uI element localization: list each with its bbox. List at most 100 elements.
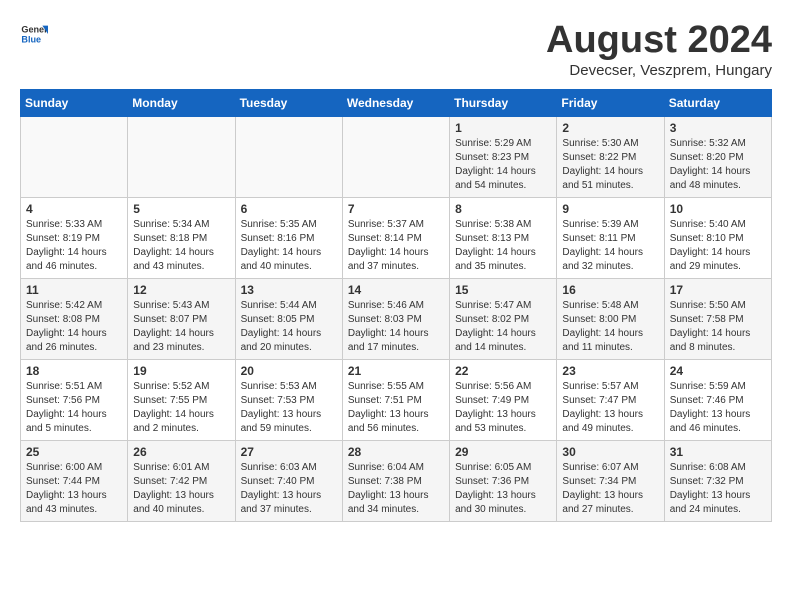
calendar-cell: 17Sunrise: 5:50 AM Sunset: 7:58 PM Dayli… xyxy=(664,278,771,359)
day-info: Sunrise: 5:47 AM Sunset: 8:02 PM Dayligh… xyxy=(455,299,551,355)
day-info: Sunrise: 5:34 AM Sunset: 8:18 PM Dayligh… xyxy=(133,218,229,274)
calendar-cell: 19 Sunrise: 5:52 AM Sunset: 7:55 PM Dayli… xyxy=(128,359,235,440)
calendar-cell: 18 Sunrise: 5:51 AM Sunset: 7:56 PM Dayli… xyxy=(21,359,128,440)
calendar-cell: 26 Sunrise: 6:01 AM Sunset: 7:42 PM Dayli… xyxy=(128,440,235,521)
calendar-cell: 27 Sunrise: 6:03 AM Sunset: 7:40 PM Dayli… xyxy=(235,440,342,521)
day-number: 28 xyxy=(348,445,444,459)
day-number: 22 xyxy=(455,364,551,378)
day-info: Sunrise: 5:30 AM Sunset: 8:22 PM Dayligh… xyxy=(562,137,658,193)
day-info: Sunrise: 5:51 AM Sunset: 7:56 PM Dayligh… xyxy=(26,380,122,436)
calendar-cell: 8Sunrise: 5:38 AM Sunset: 8:13 PM Daylig… xyxy=(450,197,557,278)
weekday-header-row: SundayMondayTuesdayWednesdayThursdayFrid… xyxy=(21,89,772,116)
day-info: Sunrise: 5:43 AM Sunset: 8:07 PM Dayligh… xyxy=(133,299,229,355)
day-number: 26 xyxy=(133,445,229,459)
calendar-cell: 31 Sunrise: 6:08 AM Sunset: 7:32 PM Dayli… xyxy=(664,440,771,521)
day-info: Sunrise: 5:35 AM Sunset: 8:16 PM Dayligh… xyxy=(241,218,337,274)
day-info: Sunrise: 6:04 AM Sunset: 7:38 PM Dayligh… xyxy=(348,461,444,517)
svg-text:Blue: Blue xyxy=(21,34,41,44)
calendar-cell: 10 Sunrise: 5:40 AM Sunset: 8:10 PM Dayli… xyxy=(664,197,771,278)
day-number: 13 xyxy=(241,283,337,297)
calendar-cell: 28 Sunrise: 6:04 AM Sunset: 7:38 PM Dayli… xyxy=(342,440,449,521)
day-info: Sunrise: 6:03 AM Sunset: 7:40 PM Dayligh… xyxy=(241,461,337,517)
calendar-cell: 24 Sunrise: 5:59 AM Sunset: 7:46 PM Dayli… xyxy=(664,359,771,440)
weekday-header-friday: Friday xyxy=(557,89,664,116)
day-number: 27 xyxy=(241,445,337,459)
calendar-cell: 12Sunrise: 5:43 AM Sunset: 8:07 PM Dayli… xyxy=(128,278,235,359)
day-number: 18 xyxy=(26,364,122,378)
calendar-cell: 20Sunrise: 5:53 AM Sunset: 7:53 PM Dayli… xyxy=(235,359,342,440)
day-info: Sunrise: 5:48 AM Sunset: 8:00 PM Dayligh… xyxy=(562,299,658,355)
calendar-cell: 29 Sunrise: 6:05 AM Sunset: 7:36 PM Dayli… xyxy=(450,440,557,521)
day-info: Sunrise: 5:29 AM Sunset: 8:23 PM Dayligh… xyxy=(455,137,551,193)
weekday-header-wednesday: Wednesday xyxy=(342,89,449,116)
day-number: 21 xyxy=(348,364,444,378)
day-info: Sunrise: 6:05 AM Sunset: 7:36 PM Dayligh… xyxy=(455,461,551,517)
calendar-cell: 6 Sunrise: 5:35 AM Sunset: 8:16 PM Daylig… xyxy=(235,197,342,278)
month-title: August 2024 xyxy=(546,20,772,62)
calendar-cell: 3 Sunrise: 5:32 AM Sunset: 8:20 PM Daylig… xyxy=(664,116,771,197)
weekday-header-sunday: Sunday xyxy=(21,89,128,116)
weekday-header-saturday: Saturday xyxy=(664,89,771,116)
weekday-header-monday: Monday xyxy=(128,89,235,116)
title-block: August 2024 Devecser, Veszprem, Hungary xyxy=(546,20,772,79)
calendar-cell xyxy=(128,116,235,197)
day-number: 5 xyxy=(133,202,229,216)
day-info: Sunrise: 5:37 AM Sunset: 8:14 PM Dayligh… xyxy=(348,218,444,274)
weekday-header-tuesday: Tuesday xyxy=(235,89,342,116)
day-info: Sunrise: 5:40 AM Sunset: 8:10 PM Dayligh… xyxy=(670,218,766,274)
day-number: 3 xyxy=(670,121,766,135)
day-number: 1 xyxy=(455,121,551,135)
calendar-cell: 1 Sunrise: 5:29 AM Sunset: 8:23 PM Daylig… xyxy=(450,116,557,197)
day-info: Sunrise: 5:39 AM Sunset: 8:11 PM Dayligh… xyxy=(562,218,658,274)
day-number: 25 xyxy=(26,445,122,459)
calendar-cell: 15 Sunrise: 5:47 AM Sunset: 8:02 PM Dayli… xyxy=(450,278,557,359)
calendar-table: SundayMondayTuesdayWednesdayThursdayFrid… xyxy=(20,89,772,522)
logo: General Blue xyxy=(20,20,48,48)
day-info: Sunrise: 5:32 AM Sunset: 8:20 PM Dayligh… xyxy=(670,137,766,193)
day-info: Sunrise: 5:59 AM Sunset: 7:46 PM Dayligh… xyxy=(670,380,766,436)
day-number: 15 xyxy=(455,283,551,297)
logo-icon: General Blue xyxy=(20,20,48,48)
day-info: Sunrise: 6:00 AM Sunset: 7:44 PM Dayligh… xyxy=(26,461,122,517)
day-number: 24 xyxy=(670,364,766,378)
calendar-cell: 23 Sunrise: 5:57 AM Sunset: 7:47 PM Dayli… xyxy=(557,359,664,440)
day-number: 23 xyxy=(562,364,658,378)
day-number: 6 xyxy=(241,202,337,216)
calendar-cell: 5 Sunrise: 5:34 AM Sunset: 8:18 PM Daylig… xyxy=(128,197,235,278)
calendar-cell xyxy=(235,116,342,197)
day-number: 29 xyxy=(455,445,551,459)
day-number: 31 xyxy=(670,445,766,459)
day-number: 2 xyxy=(562,121,658,135)
day-number: 9 xyxy=(562,202,658,216)
calendar-cell xyxy=(342,116,449,197)
week-row-1: 1 Sunrise: 5:29 AM Sunset: 8:23 PM Daylig… xyxy=(21,116,772,197)
calendar-cell: 21Sunrise: 5:55 AM Sunset: 7:51 PM Dayli… xyxy=(342,359,449,440)
page-header: General Blue August 2024 Devecser, Veszp… xyxy=(20,20,772,79)
calendar-cell: 13Sunrise: 5:44 AM Sunset: 8:05 PM Dayli… xyxy=(235,278,342,359)
calendar-cell: 7 Sunrise: 5:37 AM Sunset: 8:14 PM Daylig… xyxy=(342,197,449,278)
calendar-cell: 2 Sunrise: 5:30 AM Sunset: 8:22 PM Daylig… xyxy=(557,116,664,197)
location-subtitle: Devecser, Veszprem, Hungary xyxy=(546,62,772,79)
calendar-cell: 30Sunrise: 6:07 AM Sunset: 7:34 PM Dayli… xyxy=(557,440,664,521)
day-info: Sunrise: 6:01 AM Sunset: 7:42 PM Dayligh… xyxy=(133,461,229,517)
day-number: 4 xyxy=(26,202,122,216)
calendar-cell: 14Sunrise: 5:46 AM Sunset: 8:03 PM Dayli… xyxy=(342,278,449,359)
calendar-cell: 9 Sunrise: 5:39 AM Sunset: 8:11 PM Daylig… xyxy=(557,197,664,278)
day-info: Sunrise: 5:46 AM Sunset: 8:03 PM Dayligh… xyxy=(348,299,444,355)
week-row-4: 18 Sunrise: 5:51 AM Sunset: 7:56 PM Dayli… xyxy=(21,359,772,440)
day-number: 10 xyxy=(670,202,766,216)
week-row-3: 11 Sunrise: 5:42 AM Sunset: 8:08 PM Dayli… xyxy=(21,278,772,359)
day-info: Sunrise: 5:57 AM Sunset: 7:47 PM Dayligh… xyxy=(562,380,658,436)
day-info: Sunrise: 5:53 AM Sunset: 7:53 PM Dayligh… xyxy=(241,380,337,436)
day-info: Sunrise: 6:08 AM Sunset: 7:32 PM Dayligh… xyxy=(670,461,766,517)
day-info: Sunrise: 5:56 AM Sunset: 7:49 PM Dayligh… xyxy=(455,380,551,436)
calendar-cell: 22 Sunrise: 5:56 AM Sunset: 7:49 PM Dayli… xyxy=(450,359,557,440)
calendar-cell: 25 Sunrise: 6:00 AM Sunset: 7:44 PM Dayli… xyxy=(21,440,128,521)
day-info: Sunrise: 5:42 AM Sunset: 8:08 PM Dayligh… xyxy=(26,299,122,355)
day-number: 16 xyxy=(562,283,658,297)
day-number: 7 xyxy=(348,202,444,216)
day-number: 8 xyxy=(455,202,551,216)
day-number: 19 xyxy=(133,364,229,378)
day-info: Sunrise: 5:52 AM Sunset: 7:55 PM Dayligh… xyxy=(133,380,229,436)
day-number: 11 xyxy=(26,283,122,297)
